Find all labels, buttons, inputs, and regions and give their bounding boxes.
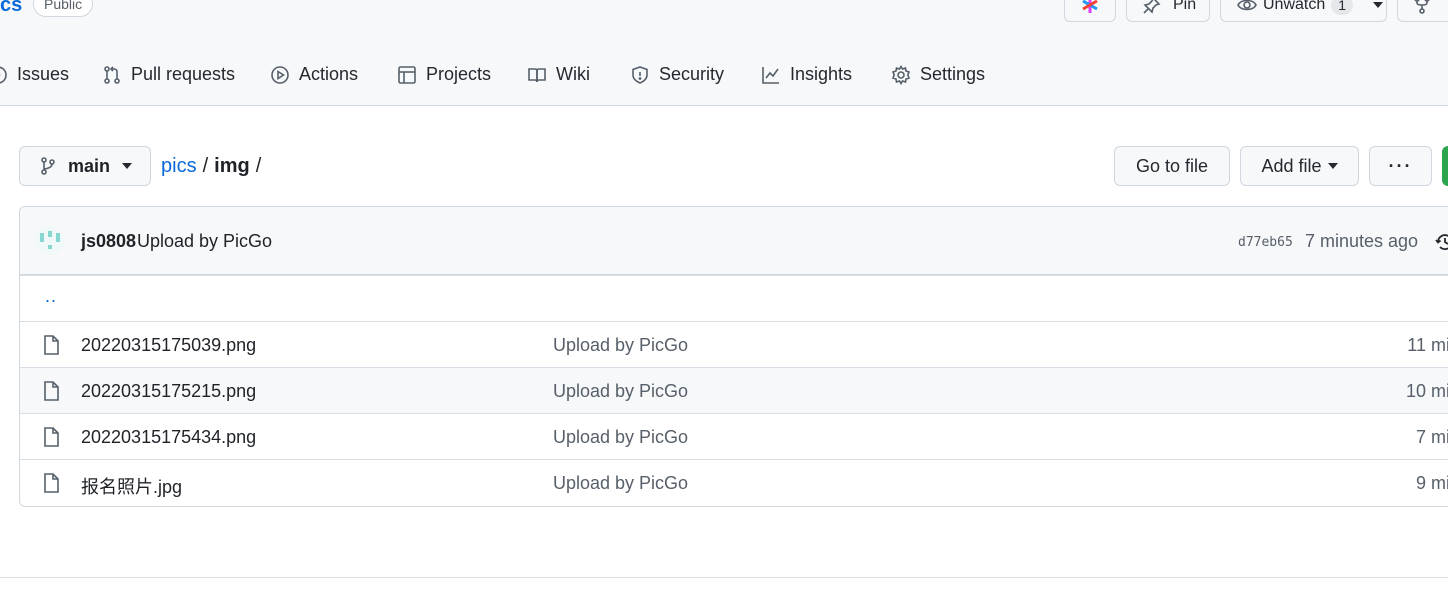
- branch-select-button[interactable]: main: [19, 146, 151, 186]
- repo-header: cs Public Pin Unwatch 1 Issues Pull requ…: [0, 0, 1448, 106]
- file-icon: [44, 427, 59, 447]
- divider: [0, 577, 1448, 578]
- pin-icon: [1143, 0, 1161, 14]
- file-list: js0808 Upload by PicGo d77eb65 7 minutes…: [19, 206, 1448, 507]
- table-icon: [398, 65, 416, 84]
- file-commit-message-link[interactable]: Upload by PicGo: [553, 427, 688, 448]
- file-name-link[interactable]: 20220315175215.png: [81, 381, 256, 402]
- watch-count: 1: [1331, 0, 1354, 15]
- commit-time: 7 minutes ago: [1305, 231, 1419, 251]
- tab-projects[interactable]: Projects: [397, 64, 491, 85]
- visibility-badge: Public: [33, 0, 94, 17]
- file-age: 9 min: [1415, 473, 1448, 493]
- issue-opened-icon: [0, 65, 7, 84]
- table-row: 20220315175434.png Upload by PicGo 7 min: [20, 413, 1448, 459]
- git-pull-request-icon: [104, 65, 120, 84]
- latest-commit-bar: js0808 Upload by PicGo d77eb65 7 minutes…: [20, 207, 1448, 275]
- chevron-down-icon: [122, 163, 133, 169]
- tab-pull-requests[interactable]: Pull requests: [102, 64, 235, 85]
- branch-name: main: [68, 155, 111, 176]
- unwatch-button[interactable]: Unwatch 1: [1220, 0, 1387, 22]
- history-icon[interactable]: [1434, 231, 1448, 253]
- tab-insights[interactable]: Insights: [761, 64, 852, 85]
- tab-actions-label: Actions: [299, 64, 359, 84]
- tab-settings[interactable]: Settings: [891, 64, 985, 85]
- file-commit-message-link[interactable]: Upload by PicGo: [553, 473, 688, 494]
- breadcrumb: pics / img /: [161, 155, 261, 178]
- more-options-button[interactable]: ···: [1369, 146, 1432, 186]
- tab-insights-label: Insights: [790, 64, 853, 84]
- fork-icon: [1414, 0, 1430, 14]
- code-button[interactable]: [1442, 146, 1448, 186]
- sponsor-button[interactable]: [1064, 0, 1116, 22]
- commit-message-link[interactable]: Upload by PicGo: [137, 231, 272, 252]
- parent-directory-link[interactable]: ..: [45, 286, 57, 307]
- tab-issues[interactable]: Issues: [0, 64, 69, 85]
- book-icon: [528, 67, 546, 82]
- file-name-link[interactable]: 20220315175039.png: [81, 335, 256, 356]
- file-name-link[interactable]: 报名照片.jpg: [81, 473, 182, 499]
- add-file-button[interactable]: Add file: [1240, 146, 1359, 186]
- tab-issues-label: Issues: [17, 64, 70, 84]
- avatar[interactable]: [36, 227, 64, 255]
- parent-directory-row[interactable]: ..: [20, 275, 1448, 321]
- graph-icon: [762, 66, 779, 84]
- table-row: 报名照片.jpg Upload by PicGo 9 min: [20, 459, 1448, 506]
- eye-icon: [1237, 0, 1257, 11]
- tab-pull-requests-label: Pull requests: [131, 64, 236, 84]
- file-age: 7 min: [1415, 427, 1448, 447]
- chevron-down-icon: [1327, 163, 1338, 169]
- file-commit-message-link[interactable]: Upload by PicGo: [553, 381, 688, 402]
- asterisk-icon: [1082, 0, 1098, 13]
- git-branch-icon: [41, 157, 55, 175]
- tab-actions[interactable]: Actions: [270, 64, 358, 85]
- shield-icon: [632, 65, 648, 84]
- table-row: 20220315175039.png Upload by PicGo 11 mi…: [20, 321, 1448, 367]
- tab-security[interactable]: Security: [630, 64, 724, 85]
- go-to-file-button[interactable]: Go to file: [1114, 146, 1230, 186]
- repo-name-link[interactable]: cs: [0, 0, 22, 17]
- file-icon: [44, 473, 59, 493]
- file-commit-message-link[interactable]: Upload by PicGo: [553, 335, 688, 356]
- tab-wiki[interactable]: Wiki: [527, 64, 590, 85]
- tab-settings-label: Settings: [920, 64, 986, 84]
- unwatch-label: Unwatch: [1263, 0, 1326, 13]
- file-age: 11 min: [1407, 335, 1448, 355]
- tab-wiki-label: Wiki: [556, 64, 590, 84]
- tab-projects-label: Projects: [426, 64, 492, 84]
- commit-sha-link[interactable]: d77eb65: [1238, 235, 1293, 250]
- gear-icon: [891, 64, 911, 85]
- file-icon: [44, 381, 59, 401]
- pin-label: Pin: [1173, 0, 1197, 13]
- breadcrumb-current: img: [214, 155, 250, 177]
- file-icon: [44, 335, 59, 355]
- breadcrumb-root-link[interactable]: pics: [161, 155, 197, 178]
- chevron-down-icon: [1373, 2, 1384, 8]
- breadcrumb-separator: /: [202, 155, 209, 177]
- play-icon: [271, 65, 289, 84]
- table-row: 20220315175215.png Upload by PicGo 10 mi…: [20, 367, 1448, 413]
- file-age: 10 min: [1405, 381, 1448, 401]
- commit-author-link[interactable]: js0808: [81, 231, 136, 252]
- file-name-link[interactable]: 20220315175434.png: [81, 427, 256, 448]
- tab-security-label: Security: [659, 64, 725, 84]
- fork-button[interactable]: [1397, 0, 1448, 22]
- breadcrumb-separator: /: [255, 155, 262, 177]
- pin-button[interactable]: Pin: [1126, 0, 1210, 22]
- add-file-label: Add file: [1261, 155, 1322, 176]
